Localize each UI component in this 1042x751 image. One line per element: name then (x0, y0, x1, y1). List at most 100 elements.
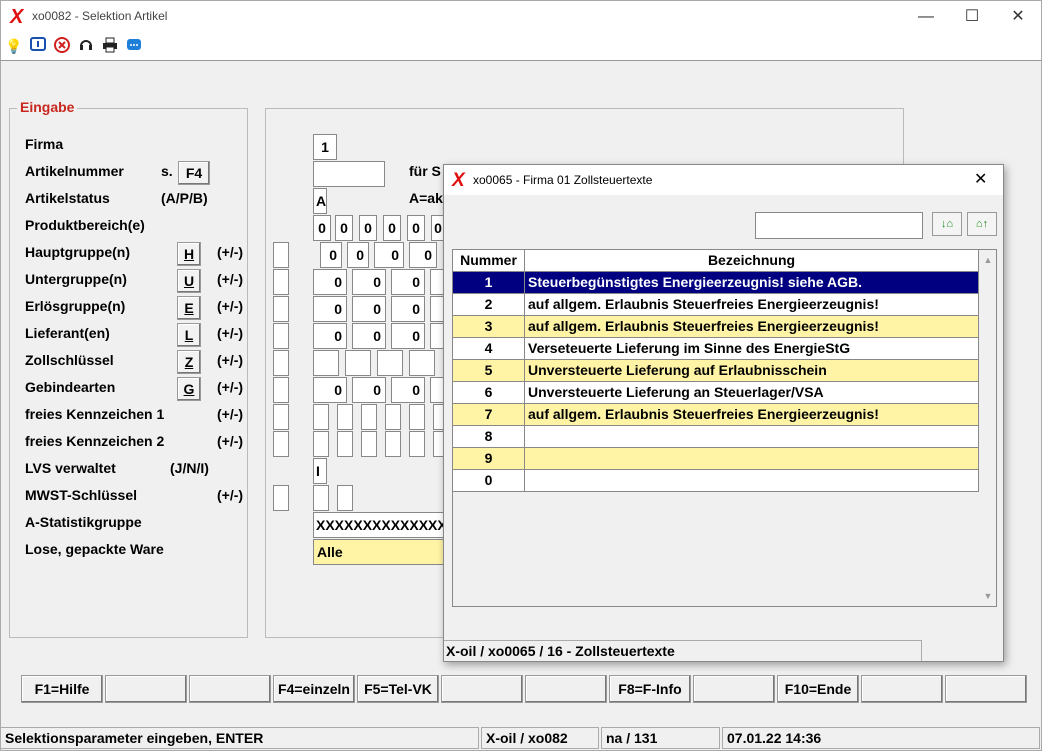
hauptgruppe-field[interactable]: 0 (374, 242, 404, 268)
search-up-icon[interactable]: ⌂↑ (967, 212, 997, 236)
gebindearten-field[interactable]: 0 (352, 377, 386, 403)
fkey-empty-button[interactable] (105, 675, 187, 703)
support-icon[interactable] (77, 37, 95, 55)
zollschluessel-field[interactable] (409, 350, 435, 376)
chat-icon[interactable] (125, 37, 143, 55)
maximize-button[interactable]: ☐ (949, 1, 995, 32)
table-row[interactable]: 8 (453, 426, 979, 448)
zollschluessel-field[interactable] (377, 350, 403, 376)
freies-kz1-field[interactable] (385, 404, 401, 430)
table-row[interactable]: 2 auf allgem. Erlaubnis Steuerfreies Ener… (453, 294, 979, 316)
fkey-empty-button[interactable] (441, 675, 523, 703)
erloesgruppe-button[interactable]: E (177, 296, 201, 320)
untergruppe-field[interactable]: 0 (313, 269, 347, 295)
table-row[interactable]: 4 Verseteuerte Lieferung im Sinne des Ene… (453, 338, 979, 360)
freies-kz2-field[interactable] (313, 431, 329, 457)
hauptgruppe-field[interactable]: 0 (347, 242, 369, 268)
column-header-nummer[interactable]: Nummer (453, 250, 525, 272)
hauptgruppe-field[interactable]: 0 (320, 242, 342, 268)
lieferant-field[interactable]: 0 (352, 323, 386, 349)
pm-hint: (+/-) (217, 325, 244, 341)
artikelnummer-field[interactable] (313, 161, 385, 187)
fkey-empty-button[interactable] (525, 675, 607, 703)
cell-nummer: 2 (453, 294, 525, 316)
gebindearten-field[interactable] (430, 377, 444, 403)
gebindearten-field[interactable]: 0 (313, 377, 347, 403)
produktbereich-field[interactable]: 0 (383, 215, 401, 241)
table-row[interactable]: 1 Steuerbegünstigtes Energieerzeugnis! si… (453, 272, 979, 294)
cancel-icon[interactable] (53, 37, 71, 55)
zollschluessel-button[interactable]: Z (177, 350, 201, 374)
freies-kz2-field[interactable] (409, 431, 425, 457)
hauptgruppe-field[interactable]: 0 (409, 242, 437, 268)
fkey-empty-button[interactable] (861, 675, 943, 703)
lieferant-field[interactable] (430, 323, 444, 349)
table-row[interactable]: 6 Unversteuerte Lieferung an Steuerlager/… (453, 382, 979, 404)
freies-kz1-field[interactable] (337, 404, 353, 430)
lvs-field[interactable]: I (313, 458, 327, 484)
mwst-field[interactable] (313, 485, 329, 511)
search-input[interactable] (755, 212, 923, 239)
window-title: xo0082 - Selektion Artikel (32, 9, 168, 23)
f8-f-info-button[interactable]: F8=F-Info (609, 675, 691, 703)
table-row[interactable]: 9 (453, 448, 979, 470)
statistik-field[interactable]: XXXXXXXXXXXXXX (313, 512, 445, 538)
column-header-bezeichnung[interactable]: Bezeichnung (525, 250, 979, 272)
f5-tel-vk-button[interactable]: F5=Tel-VK (357, 675, 439, 703)
artikelstatus-field[interactable]: A (313, 188, 327, 214)
untergruppe-field[interactable]: 0 (352, 269, 386, 295)
table-row[interactable]: 3 auf allgem. Erlaubnis Steuerfreies Ener… (453, 316, 979, 338)
produktbereich-field[interactable]: 0 (407, 215, 425, 241)
erloesgruppe-field[interactable]: 0 (391, 296, 425, 322)
zollschluessel-field[interactable] (345, 350, 371, 376)
status-program: X-oil / xo082 (481, 727, 599, 749)
table-row[interactable]: 0 (453, 470, 979, 492)
table-row[interactable]: 5 Unversteuerte Lieferung auf Erlaubnissc… (453, 360, 979, 382)
untergruppe-button[interactable]: U (177, 269, 201, 293)
zollschluessel-field[interactable] (313, 350, 339, 376)
lightbulb-icon[interactable]: 💡 (5, 37, 23, 55)
freies-kz1-field[interactable] (409, 404, 425, 430)
f10-ende-button[interactable]: F10=Ende (777, 675, 859, 703)
lieferant-field[interactable]: 0 (391, 323, 425, 349)
printer-icon[interactable] (101, 37, 119, 55)
dialog-close-button[interactable]: ✕ (974, 169, 987, 189)
f1-help-button[interactable]: F1=Hilfe (21, 675, 103, 703)
firma-field[interactable]: 1 (313, 134, 337, 160)
f4-einzeln-button[interactable]: F4=einzeln (273, 675, 355, 703)
minimize-button[interactable]: — (903, 1, 949, 32)
close-button[interactable]: ✕ (995, 1, 1041, 32)
produktbereich-field[interactable]: 0 (313, 215, 331, 241)
scroll-down-icon[interactable]: ▼ (980, 588, 996, 604)
erloesgruppe-field[interactable]: 0 (352, 296, 386, 322)
search-down-icon[interactable]: ↓⌂ (932, 212, 962, 236)
mwst-field[interactable] (337, 485, 353, 511)
pm-hint: (+/-) (217, 406, 244, 422)
freies-kz2-field[interactable] (361, 431, 377, 457)
fkey-empty-button[interactable] (945, 675, 1027, 703)
dialog-status: X-oil / xo0065 / 16 - Zollsteuertexte (444, 640, 922, 661)
produktbereich-field[interactable]: 0 (359, 215, 377, 241)
freies-kz1-field[interactable] (313, 404, 329, 430)
lieferant-button[interactable]: L (177, 323, 201, 347)
table-row[interactable]: 7 auf allgem. Erlaubnis Steuerfreies Ener… (453, 404, 979, 426)
produktbereich-field[interactable]: 0 (335, 215, 353, 241)
cell-bezeichnung: Verseteuerte Lieferung im Sinne des Ener… (525, 338, 979, 360)
erloesgruppe-field[interactable] (430, 296, 444, 322)
hauptgruppe-button[interactable]: H (177, 242, 201, 266)
erloesgruppe-field[interactable]: 0 (313, 296, 347, 322)
gebindearten-button[interactable]: G (177, 377, 201, 401)
freies-kz1-field[interactable] (361, 404, 377, 430)
fkey-empty-button[interactable] (189, 675, 271, 703)
freies-kz2-field[interactable] (337, 431, 353, 457)
lieferant-field[interactable]: 0 (313, 323, 347, 349)
scroll-up-icon[interactable]: ▲ (980, 252, 996, 268)
fkey-empty-button[interactable] (693, 675, 775, 703)
untergruppe-field[interactable]: 0 (391, 269, 425, 295)
freies-kz2-field[interactable] (385, 431, 401, 457)
untergruppe-field[interactable] (430, 269, 444, 295)
lose-select[interactable]: Alle (313, 539, 445, 565)
info-icon[interactable] (29, 37, 47, 55)
gebindearten-field[interactable]: 0 (391, 377, 425, 403)
f4-lookup-button[interactable]: F4 (178, 161, 210, 185)
